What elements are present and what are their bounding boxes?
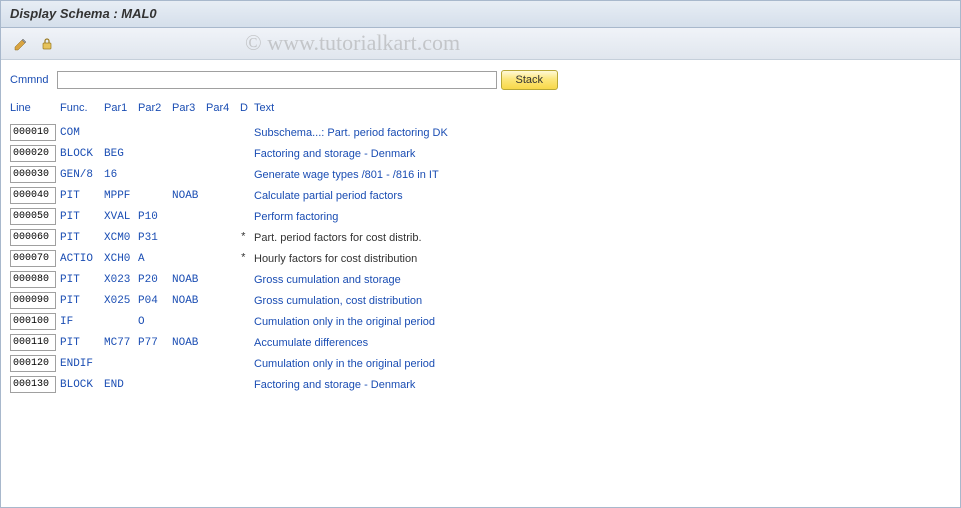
cell-func: BLOCK <box>60 148 104 160</box>
cell-func: ENDIF <box>60 358 104 370</box>
cell-par1: XVAL <box>104 211 138 223</box>
line-input[interactable] <box>10 229 56 246</box>
cell-par3: NOAB <box>172 295 206 307</box>
table-row: PITMPPF NOAB Calculate partial period fact… <box>10 185 951 206</box>
cell-par3: NOAB <box>172 337 206 349</box>
cell-func: GEN/8 <box>60 169 104 181</box>
line-input[interactable] <box>10 208 56 225</box>
table-row: PITXCM0P31 *Part. period factors for cost… <box>10 227 951 248</box>
table-row: PITX025P04NOAB Gross cumulation, cost dis… <box>10 290 951 311</box>
line-input[interactable] <box>10 187 56 204</box>
cell-par1: X025 <box>104 295 138 307</box>
window-title: Display Schema : MAL0 <box>0 0 961 28</box>
cell-func: PIT <box>60 190 104 202</box>
table-row: ENDIF Cumulation only in the original per… <box>10 353 951 374</box>
cell-func: BLOCK <box>60 379 104 391</box>
cell-par1: MPPF <box>104 190 138 202</box>
cell-par1: MC77 <box>104 337 138 349</box>
cell-func: PIT <box>60 211 104 223</box>
line-input[interactable] <box>10 313 56 330</box>
command-input[interactable] <box>57 71 497 89</box>
line-input[interactable] <box>10 250 56 267</box>
header-par3: Par3 <box>172 102 206 114</box>
cell-par1: END <box>104 379 138 391</box>
cell-text: Factoring and storage - Denmark <box>254 379 951 391</box>
cell-par3: NOAB <box>172 190 206 202</box>
cell-text: Cumulation only in the original period <box>254 358 951 370</box>
cell-func: PIT <box>60 337 104 349</box>
table-row: BLOCKBEG Factoring and storage - Denmark <box>10 143 951 164</box>
header-d: D <box>240 102 254 114</box>
cell-par2: P10 <box>138 211 172 223</box>
cell-text: Perform factoring <box>254 211 951 223</box>
line-input[interactable] <box>10 145 56 162</box>
cell-par3: NOAB <box>172 274 206 286</box>
cell-func: IF <box>60 316 104 328</box>
cell-func: PIT <box>60 274 104 286</box>
cell-func: PIT <box>60 295 104 307</box>
header-text: Text <box>254 102 951 114</box>
cell-text: Gross cumulation, cost distribution <box>254 295 951 307</box>
cell-par1: XCH0 <box>104 253 138 265</box>
cell-text: Generate wage types /801 - /816 in IT <box>254 169 951 181</box>
cell-text: Calculate partial period factors <box>254 190 951 202</box>
table-row: GEN/816 Generate wage types /801 - /816 i… <box>10 164 951 185</box>
cell-func: COM <box>60 127 104 139</box>
table-row: ACTIOXCH0A *Hourly factors for cost distr… <box>10 248 951 269</box>
stack-button[interactable]: Stack <box>501 70 559 90</box>
table-row: BLOCKEND Factoring and storage - Denmark <box>10 374 951 395</box>
header-par1: Par1 <box>104 102 138 114</box>
cell-text: Part. period factors for cost distrib. <box>254 232 951 244</box>
toolbar <box>0 28 961 60</box>
line-input[interactable] <box>10 271 56 288</box>
cell-d: * <box>240 232 254 244</box>
header-line: Line <box>10 102 60 114</box>
cell-text: Hourly factors for cost distribution <box>254 253 951 265</box>
cell-par2: O <box>138 316 172 328</box>
cell-par2: P20 <box>138 274 172 286</box>
cell-par1: 16 <box>104 169 138 181</box>
line-input[interactable] <box>10 166 56 183</box>
header-par2: Par2 <box>138 102 172 114</box>
cell-text: Accumulate differences <box>254 337 951 349</box>
cell-par2: P31 <box>138 232 172 244</box>
line-input[interactable] <box>10 124 56 141</box>
table-row: PITMC77P77NOAB Accumulate differences <box>10 332 951 353</box>
cell-text: Factoring and storage - Denmark <box>254 148 951 160</box>
table-row: PITXVALP10 Perform factoring <box>10 206 951 227</box>
table-row: IF O Cumulation only in the original perio… <box>10 311 951 332</box>
cell-par1: X023 <box>104 274 138 286</box>
line-input[interactable] <box>10 376 56 393</box>
line-input[interactable] <box>10 334 56 351</box>
cell-text: Gross cumulation and storage <box>254 274 951 286</box>
cell-text: Subschema...: Part. period factoring DK <box>254 127 951 139</box>
cell-func: PIT <box>60 232 104 244</box>
cell-par2: A <box>138 253 172 265</box>
header-func: Func. <box>60 102 104 114</box>
table-header: Line Func. Par1 Par2 Par3 Par4 D Text <box>10 98 951 118</box>
header-par4: Par4 <box>206 102 240 114</box>
cell-par1: XCM0 <box>104 232 138 244</box>
command-label: Cmmnd <box>10 74 49 86</box>
cell-par2: P77 <box>138 337 172 349</box>
lock-icon[interactable] <box>36 34 58 54</box>
edit-icon[interactable] <box>10 34 32 54</box>
table-row: PITX023P20NOAB Gross cumulation and stora… <box>10 269 951 290</box>
line-input[interactable] <box>10 292 56 309</box>
cell-par2: P04 <box>138 295 172 307</box>
cell-par1: BEG <box>104 148 138 160</box>
cell-func: ACTIO <box>60 253 104 265</box>
cell-d: * <box>240 253 254 265</box>
line-input[interactable] <box>10 355 56 372</box>
cell-text: Cumulation only in the original period <box>254 316 951 328</box>
table-row: COM Subschema...: Part. period factoring … <box>10 122 951 143</box>
